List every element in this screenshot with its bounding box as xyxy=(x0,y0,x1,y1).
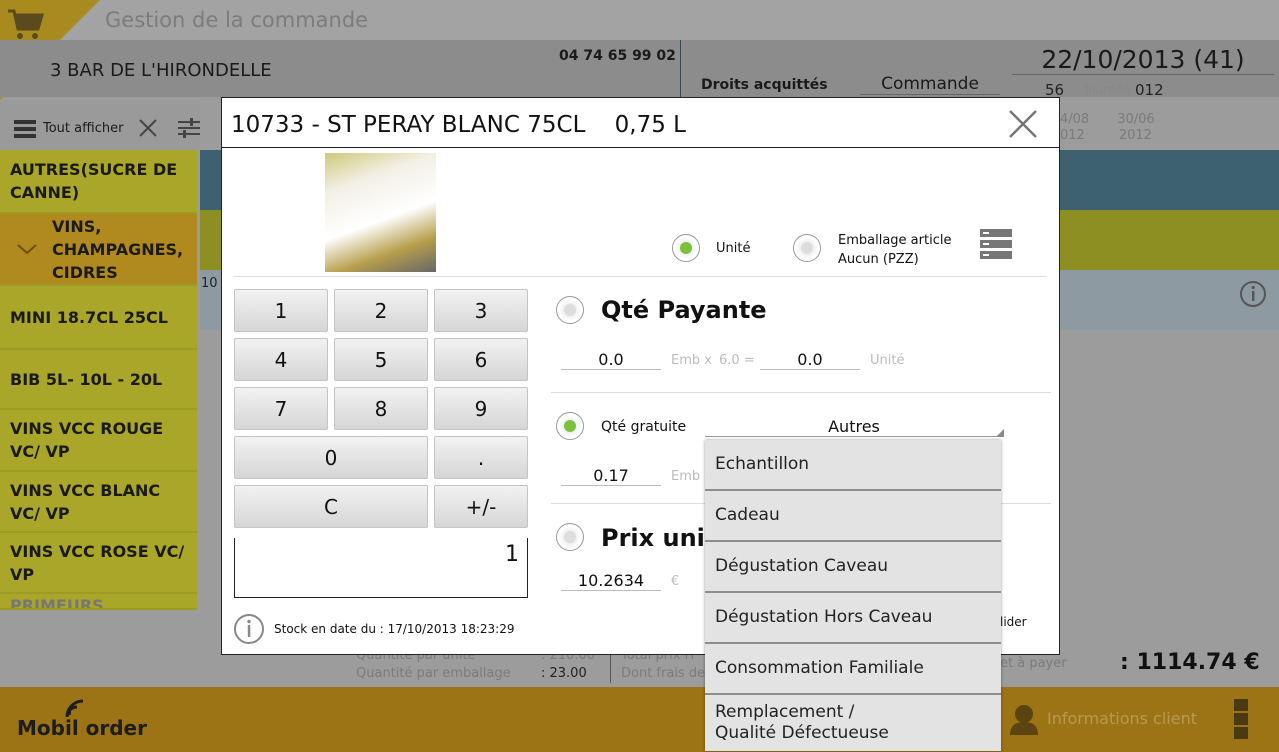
sidebar-item-label: MINI 18.7CL 25CL xyxy=(10,307,168,327)
app-logo: Mobil order xyxy=(17,716,147,740)
sidebar-item-label: VINS, CHAMPAGNES, CIDRES xyxy=(52,216,184,282)
key-9[interactable]: 9 xyxy=(434,387,528,430)
option-degustation-hors-caveau[interactable]: Dégustation Hors Caveau xyxy=(705,593,1001,644)
option-cadeau[interactable]: Cadeau xyxy=(705,491,1001,542)
section-divider xyxy=(551,392,1051,393)
emb-factor: 6.0 = xyxy=(719,353,755,368)
frais-label: Dont frais de xyxy=(621,666,706,681)
sidebar-item-label: VINS VCC BLANC VC/ VP xyxy=(10,480,161,523)
key-5[interactable]: 5 xyxy=(334,338,428,381)
keypad-display: 1 xyxy=(234,538,528,598)
key-3[interactable]: 3 xyxy=(434,289,528,332)
clear-filter-icon[interactable] xyxy=(138,118,158,138)
client-name: 3 BAR DE L'HIRONDELLE xyxy=(50,60,272,81)
key-dot[interactable]: . xyxy=(434,436,528,479)
dialog-title: 10733 - ST PERAY BLANC 75CL 0,75 L xyxy=(231,112,686,138)
qte-payante-label: Qté Payante xyxy=(601,296,767,324)
reason-dropdown: Echantillon Cadeau Dégustation Caveau Dé… xyxy=(705,440,1001,751)
sidebar-item-vcc-blanc[interactable]: VINS VCC BLANC VC/ VP xyxy=(0,472,197,533)
client-phone: 04 74 65 99 02 xyxy=(559,48,676,64)
product-image xyxy=(325,153,436,272)
validate-button[interactable]: lider xyxy=(1000,615,1027,629)
option-degustation-caveau[interactable]: Dégustation Caveau xyxy=(705,542,1001,593)
qte-payante-emb-input[interactable]: 0.0 xyxy=(561,350,661,370)
qty-pack-value: : 23.00 xyxy=(541,666,587,681)
qte-gratuite-radio[interactable] xyxy=(556,412,584,440)
info-icon[interactable] xyxy=(1239,280,1267,308)
sidebar-item-mini[interactable]: MINI 18.7CL 25CL xyxy=(0,286,197,350)
app-title: Gestion de la commande xyxy=(105,8,369,32)
unit-suffix: Unité xyxy=(870,353,905,368)
net-label: et à payer xyxy=(1000,656,1067,671)
show-all-button[interactable]: Tout afficher xyxy=(43,121,123,136)
list-icon[interactable] xyxy=(14,119,36,139)
sidebar-item-label: PRIMEURS xyxy=(10,596,104,610)
key-2[interactable]: 2 xyxy=(334,289,428,332)
info-icon[interactable] xyxy=(233,613,265,645)
key-6[interactable]: 6 xyxy=(434,338,528,381)
tournee-label: Tournée xyxy=(1083,83,1131,97)
sidebar-item-autres[interactable]: AUTRES(SUCRE DE CANNE) xyxy=(0,150,197,214)
sidebar-item-vcc-rouge[interactable]: VINS VCC ROUGE VC/ VP xyxy=(0,410,197,472)
close-icon[interactable] xyxy=(1007,108,1039,140)
qte-gratuite-emb-input[interactable]: 0.17 xyxy=(561,466,661,486)
sidebar-item-primeurs[interactable]: PRIMEURS xyxy=(0,594,197,610)
settings-sliders-icon[interactable] xyxy=(177,116,201,140)
key-8[interactable]: 8 xyxy=(334,387,428,430)
user-icon xyxy=(1010,705,1038,735)
key-clear[interactable]: C xyxy=(234,485,428,528)
qte-payante-unit-input[interactable]: 0.0 xyxy=(760,350,860,370)
qty-pack-label: Quantité par emballage xyxy=(356,666,511,681)
sidebar-item-label: VINS VCC ROSE VC/ VP xyxy=(10,541,185,584)
prix-input[interactable]: 10.2634 xyxy=(561,571,661,591)
key-0[interactable]: 0 xyxy=(234,436,428,479)
reason-select[interactable]: Autres xyxy=(705,417,1003,437)
pack-list-icon[interactable] xyxy=(980,229,1012,259)
cart-icon[interactable] xyxy=(6,8,44,42)
keypad: 1 2 3 4 5 6 7 8 9 0 . C +/- xyxy=(234,289,528,528)
option-consommation-familiale[interactable]: Consommation Familiale xyxy=(705,644,1001,695)
client-info-button[interactable]: Informations client xyxy=(1047,709,1197,728)
qte-payante-radio[interactable] xyxy=(556,296,584,324)
sidebar-item-label: AUTRES(SUCRE DE CANNE) xyxy=(10,160,178,202)
unit-radio[interactable] xyxy=(672,234,700,262)
dropdown-corner-icon xyxy=(996,429,1004,437)
pack-radio[interactable] xyxy=(793,234,821,262)
unit-label: Unité xyxy=(716,241,751,256)
sidebar-item-label: VINS VCC ROUGE VC/ VP xyxy=(10,419,164,461)
header-divider xyxy=(680,40,681,97)
net-total: : 1114.74 € xyxy=(1120,650,1260,675)
prix-radio[interactable] xyxy=(556,523,584,551)
bg-dates: 4/08 30/06 012 2012 xyxy=(1060,112,1155,143)
category-sidebar: AUTRES(SUCRE DE CANNE) VINS, CHAMPAGNES,… xyxy=(0,150,197,610)
sidebar-item-bib[interactable]: BIB 5L- 10L - 20L xyxy=(0,350,197,410)
section-divider xyxy=(234,276,1046,277)
key-sign[interactable]: +/- xyxy=(434,485,528,528)
bg-row-code: 10 xyxy=(201,276,218,291)
sidebar-item-vcc-rose[interactable]: VINS VCC ROSE VC/ VP xyxy=(0,533,197,594)
emb-label: Emb x xyxy=(671,353,712,368)
sidebar-item-label: BIB 5L- 10L - 20L xyxy=(10,369,163,389)
key-7[interactable]: 7 xyxy=(234,387,328,430)
order-type-select[interactable]: Commande xyxy=(860,74,1000,95)
key-1[interactable]: 1 xyxy=(234,289,328,332)
option-echantillon[interactable]: Echantillon xyxy=(705,440,1001,491)
sidebar-item-vins[interactable]: VINS, CHAMPAGNES, CIDRES xyxy=(0,214,197,286)
qte-gratuite-label: Qté gratuite xyxy=(601,419,687,435)
option-remplacement[interactable]: Remplacement / Qualité Défectueuse xyxy=(705,695,925,751)
droits-label: Droits acquittés xyxy=(701,77,828,93)
dialog-title-divider xyxy=(222,147,1059,148)
overflow-menu-icon[interactable] xyxy=(1234,699,1248,739)
chevron-down-icon xyxy=(17,244,37,255)
tournee-value: 012 xyxy=(1135,81,1164,99)
currency-label: € xyxy=(671,574,680,589)
order-date-select[interactable]: 22/10/2013 (41) xyxy=(1012,45,1274,75)
stock-date: Stock en date du : 17/10/2013 18:23:29 xyxy=(274,622,515,636)
key-4[interactable]: 4 xyxy=(234,338,328,381)
pack-info: Emballage article Aucun (PZZ) xyxy=(838,233,952,267)
